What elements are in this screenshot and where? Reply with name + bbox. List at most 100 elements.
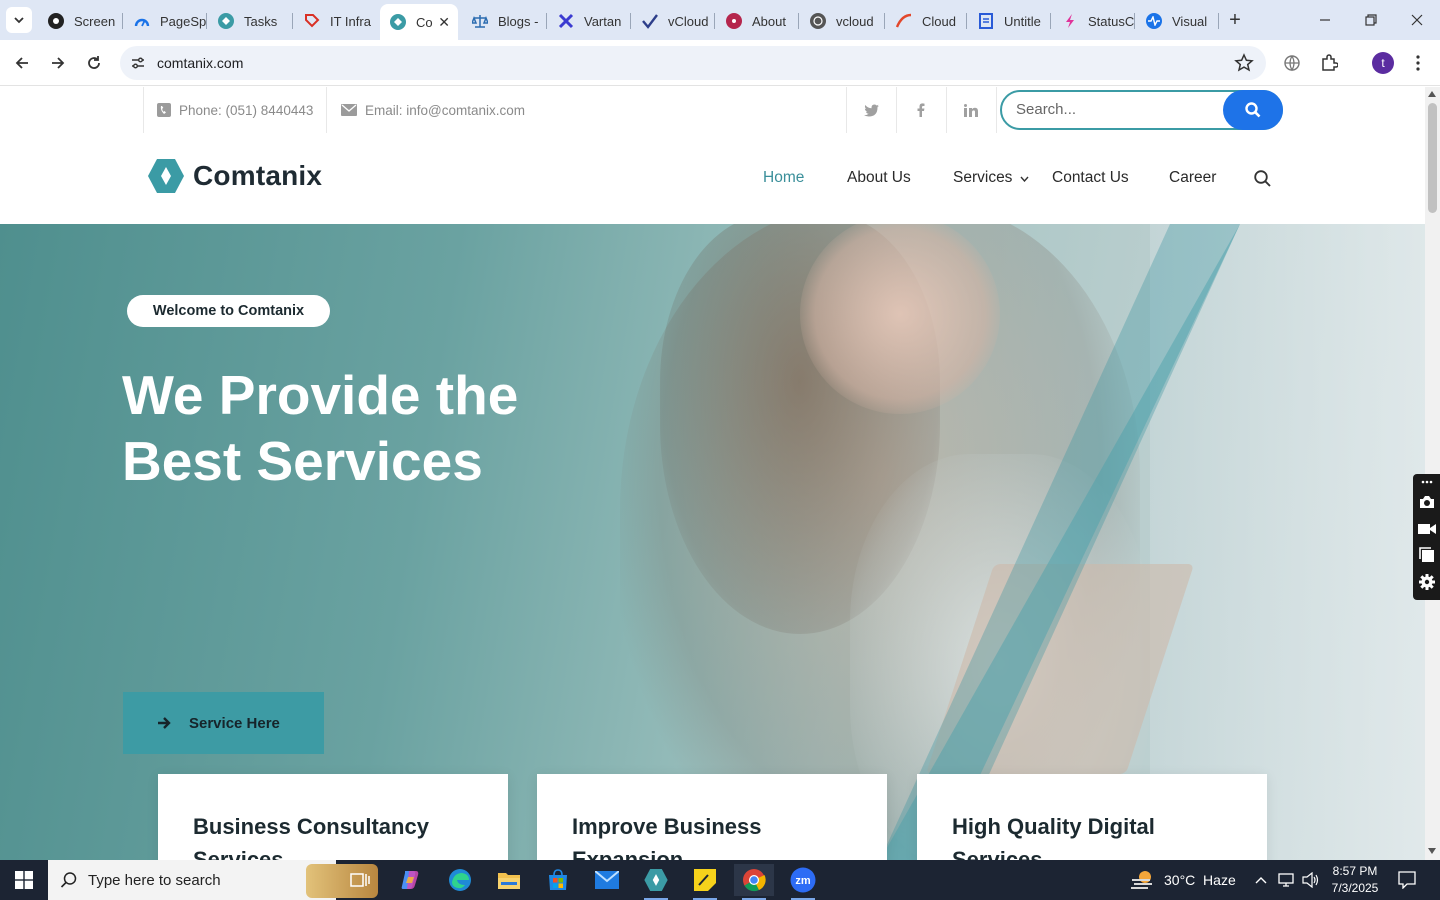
site-logo[interactable]: Comtanix: [148, 159, 322, 193]
reload-button[interactable]: [82, 51, 106, 75]
comtanix-logo-icon: [148, 159, 184, 193]
phone-text: Phone: (051) 8440443: [179, 102, 314, 118]
window-capture-icon[interactable]: [1418, 546, 1436, 564]
x-logo-icon: [558, 13, 574, 29]
store-app[interactable]: [538, 864, 578, 896]
weather-widget[interactable]: 30°C Haze: [1130, 860, 1236, 900]
browser-tab[interactable]: IT Infra: [294, 6, 378, 36]
tab-label: PageSp: [160, 13, 206, 29]
extensions-icon[interactable]: [1318, 52, 1340, 74]
sticky-notes-icon: [694, 869, 716, 891]
profile-avatar[interactable]: t: [1372, 52, 1394, 74]
camera-icon[interactable]: [1418, 493, 1436, 511]
welcome-badge: Welcome to Comtanix: [127, 295, 330, 327]
browser-tab[interactable]: Cloud: [886, 6, 966, 36]
back-button[interactable]: [10, 51, 34, 75]
show-hidden-icons[interactable]: [1255, 860, 1267, 900]
notification-center[interactable]: [1398, 860, 1416, 900]
top-info-bar: Phone: (051) 8440443 Email: info@comtani…: [0, 87, 1425, 133]
scrollbar-thumb[interactable]: [1428, 103, 1437, 213]
edge-app[interactable]: [440, 864, 480, 896]
email-contact[interactable]: Email: info@comtanix.com: [341, 87, 525, 133]
browser-tab-active[interactable]: Co ✕: [380, 4, 458, 40]
browser-tab[interactable]: About: [716, 6, 798, 36]
globe-icon: [810, 13, 826, 29]
twitter-link[interactable]: [846, 87, 896, 133]
linkedin-link[interactable]: [946, 87, 996, 133]
status-icon: [1062, 13, 1078, 29]
browser-tab[interactable]: Blogs -: [462, 6, 546, 36]
bookmark-star-icon[interactable]: [1234, 53, 1254, 73]
haze-weather-icon: [1131, 871, 1152, 889]
browser-tab[interactable]: Screen: [38, 6, 122, 36]
browser-tab[interactable]: Vartan: [548, 6, 630, 36]
plus-icon: +: [1229, 8, 1241, 31]
copilot-app[interactable]: [390, 864, 430, 896]
nav-services[interactable]: Services: [953, 169, 1029, 187]
new-tab-button[interactable]: +: [1224, 9, 1246, 31]
network-status[interactable]: [1278, 860, 1296, 900]
start-button[interactable]: [0, 860, 48, 900]
envelope-icon: [341, 104, 357, 116]
phone-contact[interactable]: Phone: (051) 8440443: [157, 87, 313, 133]
task-view-icon: [350, 873, 370, 887]
browser-tab[interactable]: Tasks: [208, 6, 292, 36]
phone-icon: [157, 103, 171, 117]
search-icon[interactable]: [1254, 170, 1271, 187]
task-view-button[interactable]: [340, 864, 380, 896]
scroll-down-arrow-icon[interactable]: [1428, 848, 1436, 854]
facebook-link[interactable]: [896, 87, 946, 133]
address-bar[interactable]: comtanix.com: [120, 46, 1266, 80]
comtanix-icon: [390, 14, 406, 30]
more-icon[interactable]: [1418, 477, 1436, 487]
nav-contact-us[interactable]: Contact Us: [1052, 169, 1129, 187]
browser-tab[interactable]: Untitle: [968, 6, 1050, 36]
browser-tab[interactable]: Visual: [1136, 6, 1218, 36]
tab-label: Visual: [1172, 13, 1208, 29]
nav-career[interactable]: Career: [1169, 169, 1216, 187]
browser-menu-icon[interactable]: [1407, 52, 1429, 74]
zoom-app[interactable]: zm: [783, 864, 823, 900]
volume-control[interactable]: [1302, 860, 1320, 900]
browser-tab[interactable]: StatusC: [1052, 6, 1134, 36]
tab-label: Vartan: [584, 13, 622, 29]
tab-label: StatusC: [1088, 13, 1134, 29]
gear-icon[interactable]: [1418, 573, 1436, 591]
scroll-up-arrow-icon[interactable]: [1428, 91, 1436, 97]
mail-app[interactable]: [587, 864, 627, 896]
browser-tab[interactable]: vcloud: [800, 6, 884, 36]
minimize-button[interactable]: [1313, 8, 1337, 32]
site-settings-icon[interactable]: [128, 53, 148, 73]
translate-icon[interactable]: [1281, 52, 1303, 74]
sticky-notes-app[interactable]: [685, 864, 725, 900]
feature-card[interactable]: Improve Business Expansion: [537, 774, 887, 860]
tab-search-button[interactable]: [6, 7, 32, 33]
feature-card[interactable]: Business Consultancy Services: [158, 774, 508, 860]
svg-text:zm: zm: [795, 875, 811, 887]
arrow-right-icon: [52, 57, 65, 69]
tab-separator: [1218, 13, 1219, 29]
browser-tab[interactable]: PageSp: [124, 6, 206, 36]
chevron-down-icon: [1020, 176, 1029, 183]
service-here-button[interactable]: Service Here: [123, 692, 324, 754]
system-clock[interactable]: 8:57 PM 7/3/2025: [1320, 863, 1390, 897]
forward-button[interactable]: [46, 51, 70, 75]
scale-icon: [472, 13, 488, 29]
site-search-input[interactable]: Search...: [1016, 101, 1076, 118]
taskbar-search[interactable]: Type here to search: [48, 860, 378, 900]
file-explorer-app[interactable]: [489, 864, 529, 896]
close-window-button[interactable]: [1405, 8, 1429, 32]
chrome-app[interactable]: [734, 864, 774, 900]
video-camera-icon[interactable]: [1418, 520, 1436, 538]
feature-card[interactable]: High Quality Digital Services: [917, 774, 1267, 860]
comtanix-app[interactable]: [636, 864, 676, 900]
pagespeed-icon: [134, 13, 150, 29]
close-tab-icon[interactable]: ✕: [438, 14, 450, 31]
browser-tab[interactable]: vCloud: [632, 6, 714, 36]
facebook-icon: [917, 103, 925, 117]
site-search-button[interactable]: [1223, 90, 1283, 130]
nav-home[interactable]: Home: [763, 169, 804, 187]
nav-about-us[interactable]: About Us: [847, 169, 911, 187]
restore-icon: [1365, 14, 1377, 26]
restore-button[interactable]: [1359, 8, 1383, 32]
